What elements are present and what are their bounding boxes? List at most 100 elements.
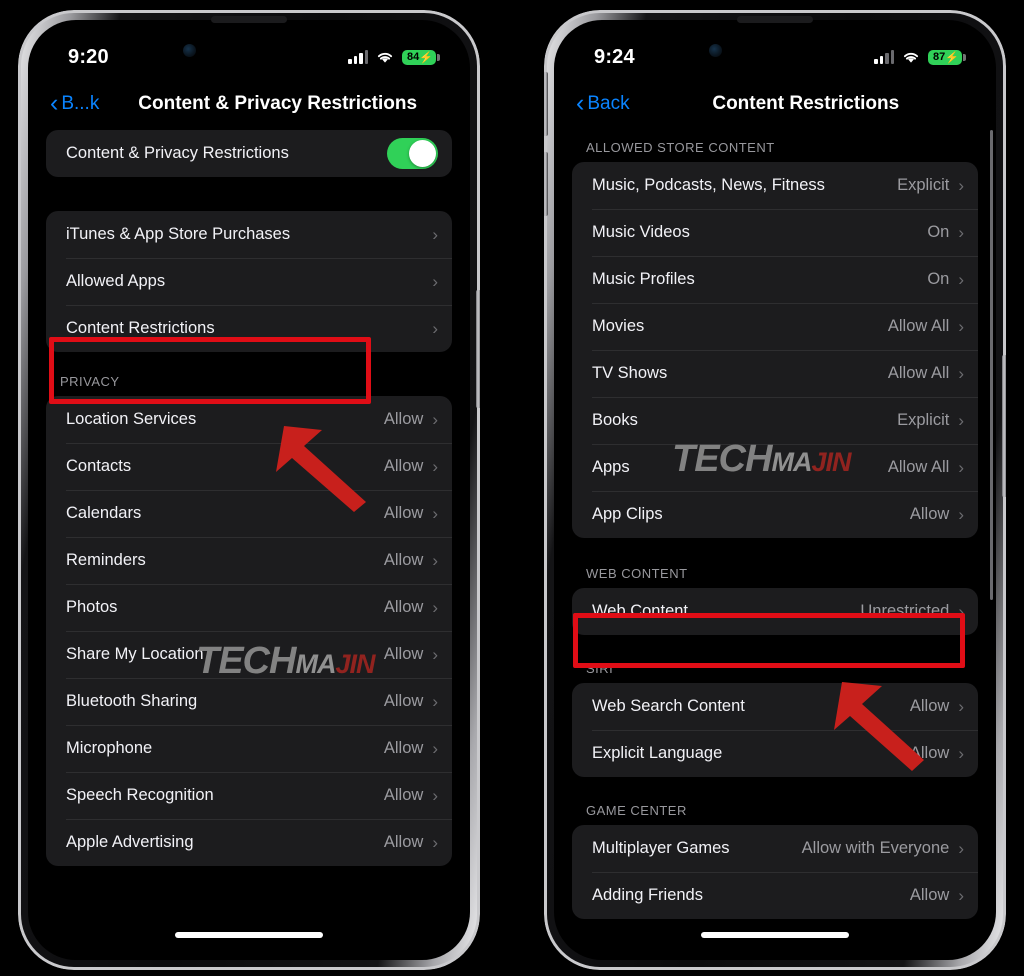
allowed-store-content-group: Music, Podcasts, News, Fitness Explicit … [572,162,978,538]
content-privacy-toggle[interactable] [387,138,438,169]
siri-group: Web Search Content Allow › Explicit Lang… [572,683,978,777]
chevron-right-icon: › [958,411,964,430]
row-location-services[interactable]: Location Services Allow › [46,396,452,443]
chevron-right-icon: › [432,551,438,570]
row-value: Allow [383,410,424,428]
row-reminders[interactable]: Reminders Allow › [46,537,452,584]
row-microphone[interactable]: Microphone Allow › [46,725,452,772]
chevron-right-icon: › [958,697,964,716]
row-explicit-language[interactable]: Explicit Language Allow › [572,730,978,777]
right-phone: 9:24 87 ⚡ ‹ Back Content Restrictions AL… [544,10,1006,970]
row-value: On [927,270,950,288]
row-label: Share My Location [66,645,204,663]
row-label: Web Search Content [592,697,745,715]
row-apps[interactable]: Apps Allow All › [572,444,978,491]
chevron-right-icon: › [958,839,964,858]
chevron-right-icon: › [432,410,438,429]
screenshot-root: 9:20 84 ⚡ ‹ B...k Content & Privacy Rest… [0,0,1024,976]
row-label: Bluetooth Sharing [66,692,198,710]
privacy-group: Location Services Allow › Contacts Allow… [46,396,452,866]
row-content-restrictions[interactable]: Content Restrictions › [46,305,452,352]
row-value: Allow [383,504,424,522]
left-status-indicators: 84 ⚡ [348,49,440,65]
left-settings-content: Content & Privacy Restrictions iTunes & … [28,130,470,960]
row-adding-friends[interactable]: Adding Friends Allow › [572,872,978,919]
row-speech-recognition[interactable]: Speech Recognition Allow › [46,772,452,819]
right-status-bar: 9:24 87 ⚡ [554,20,996,78]
row-label: TV Shows [592,364,668,382]
row-value: Allow [909,697,950,715]
chevron-right-icon: › [432,225,438,244]
row-calendars[interactable]: Calendars Allow › [46,490,452,537]
row-apple-advertising[interactable]: Apple Advertising Allow › [46,819,452,866]
row-music-profiles[interactable]: Music Profiles On › [572,256,978,303]
row-music-podcasts-news-fitness[interactable]: Music, Podcasts, News, Fitness Explicit … [572,162,978,209]
battery-level: 87 [933,51,946,63]
row-label: Calendars [66,504,142,522]
row-label: iTunes & App Store Purchases [66,225,291,243]
row-label: Music, Podcasts, News, Fitness [592,176,825,194]
row-value: Allow [383,833,424,851]
row-allowed-apps[interactable]: Allowed Apps › [46,258,452,305]
left-phone-power-button[interactable] [476,290,480,408]
row-label: Allowed Apps [66,272,166,290]
row-web-search-content[interactable]: Web Search Content Allow › [572,683,978,730]
row-label: Content & Privacy Restrictions [66,144,289,162]
chevron-right-icon: › [432,504,438,523]
chevron-right-icon: › [958,458,964,477]
left-front-camera-icon [183,44,196,57]
row-content-privacy-restrictions[interactable]: Content & Privacy Restrictions [46,130,452,177]
right-settings-content: ALLOWED STORE CONTENT Music, Podcasts, N… [554,140,996,960]
row-itunes-app-store-purchases[interactable]: iTunes & App Store Purchases › [46,211,452,258]
back-button[interactable]: ‹ Back [554,90,630,116]
row-value: Allow All [887,364,950,382]
row-value: Allow All [887,458,950,476]
row-app-clips[interactable]: App Clips Allow › [572,491,978,538]
row-books[interactable]: Books Explicit › [572,397,978,444]
row-multiplayer-games[interactable]: Multiplayer Games Allow with Everyone › [572,825,978,872]
right-phone-volume-up-button[interactable] [544,72,548,136]
chevron-right-icon: › [958,886,964,905]
home-indicator[interactable] [701,932,849,938]
row-music-videos[interactable]: Music Videos On › [572,209,978,256]
row-bluetooth-sharing[interactable]: Bluetooth Sharing Allow › [46,678,452,725]
row-share-my-location[interactable]: Share My Location Allow › [46,631,452,678]
row-value: Allow [909,505,950,523]
row-value: Allow All [887,317,950,335]
row-value: Allow with Everyone [801,839,950,857]
row-label: Web Content [592,602,689,620]
chevron-right-icon: › [432,272,438,291]
row-label: Microphone [66,739,153,757]
row-value: On [927,223,950,241]
home-indicator[interactable] [175,932,323,938]
row-movies[interactable]: Movies Allow All › [572,303,978,350]
cellular-signal-icon [874,50,895,64]
bolt-icon: ⚡ [419,51,433,64]
chevron-right-icon: › [432,645,438,664]
row-photos[interactable]: Photos Allow › [46,584,452,631]
game-center-header: GAME CENTER [586,803,687,818]
restrictions-menu-group: iTunes & App Store Purchases › Allowed A… [46,211,452,352]
right-phone-screen: 9:24 87 ⚡ ‹ Back Content Restrictions AL… [554,20,996,960]
row-value: Allow [383,739,424,757]
battery-cap [963,53,966,61]
wifi-icon [902,50,920,64]
row-web-content[interactable]: Web Content Unrestricted › [572,588,978,635]
row-tv-shows[interactable]: TV Shows Allow All › [572,350,978,397]
row-value: Allow [909,886,950,904]
right-phone-volume-down-button[interactable] [544,152,548,216]
row-label: Books [592,411,638,429]
scroll-indicator[interactable] [990,130,993,600]
chevron-right-icon: › [958,176,964,195]
row-contacts[interactable]: Contacts Allow › [46,443,452,490]
chevron-right-icon: › [958,505,964,524]
web-content-group: Web Content Unrestricted › [572,588,978,635]
battery-cap [437,53,440,61]
row-value: Allow [383,457,424,475]
right-phone-power-button[interactable] [1002,355,1006,497]
back-button[interactable]: ‹ B...k [28,90,99,116]
